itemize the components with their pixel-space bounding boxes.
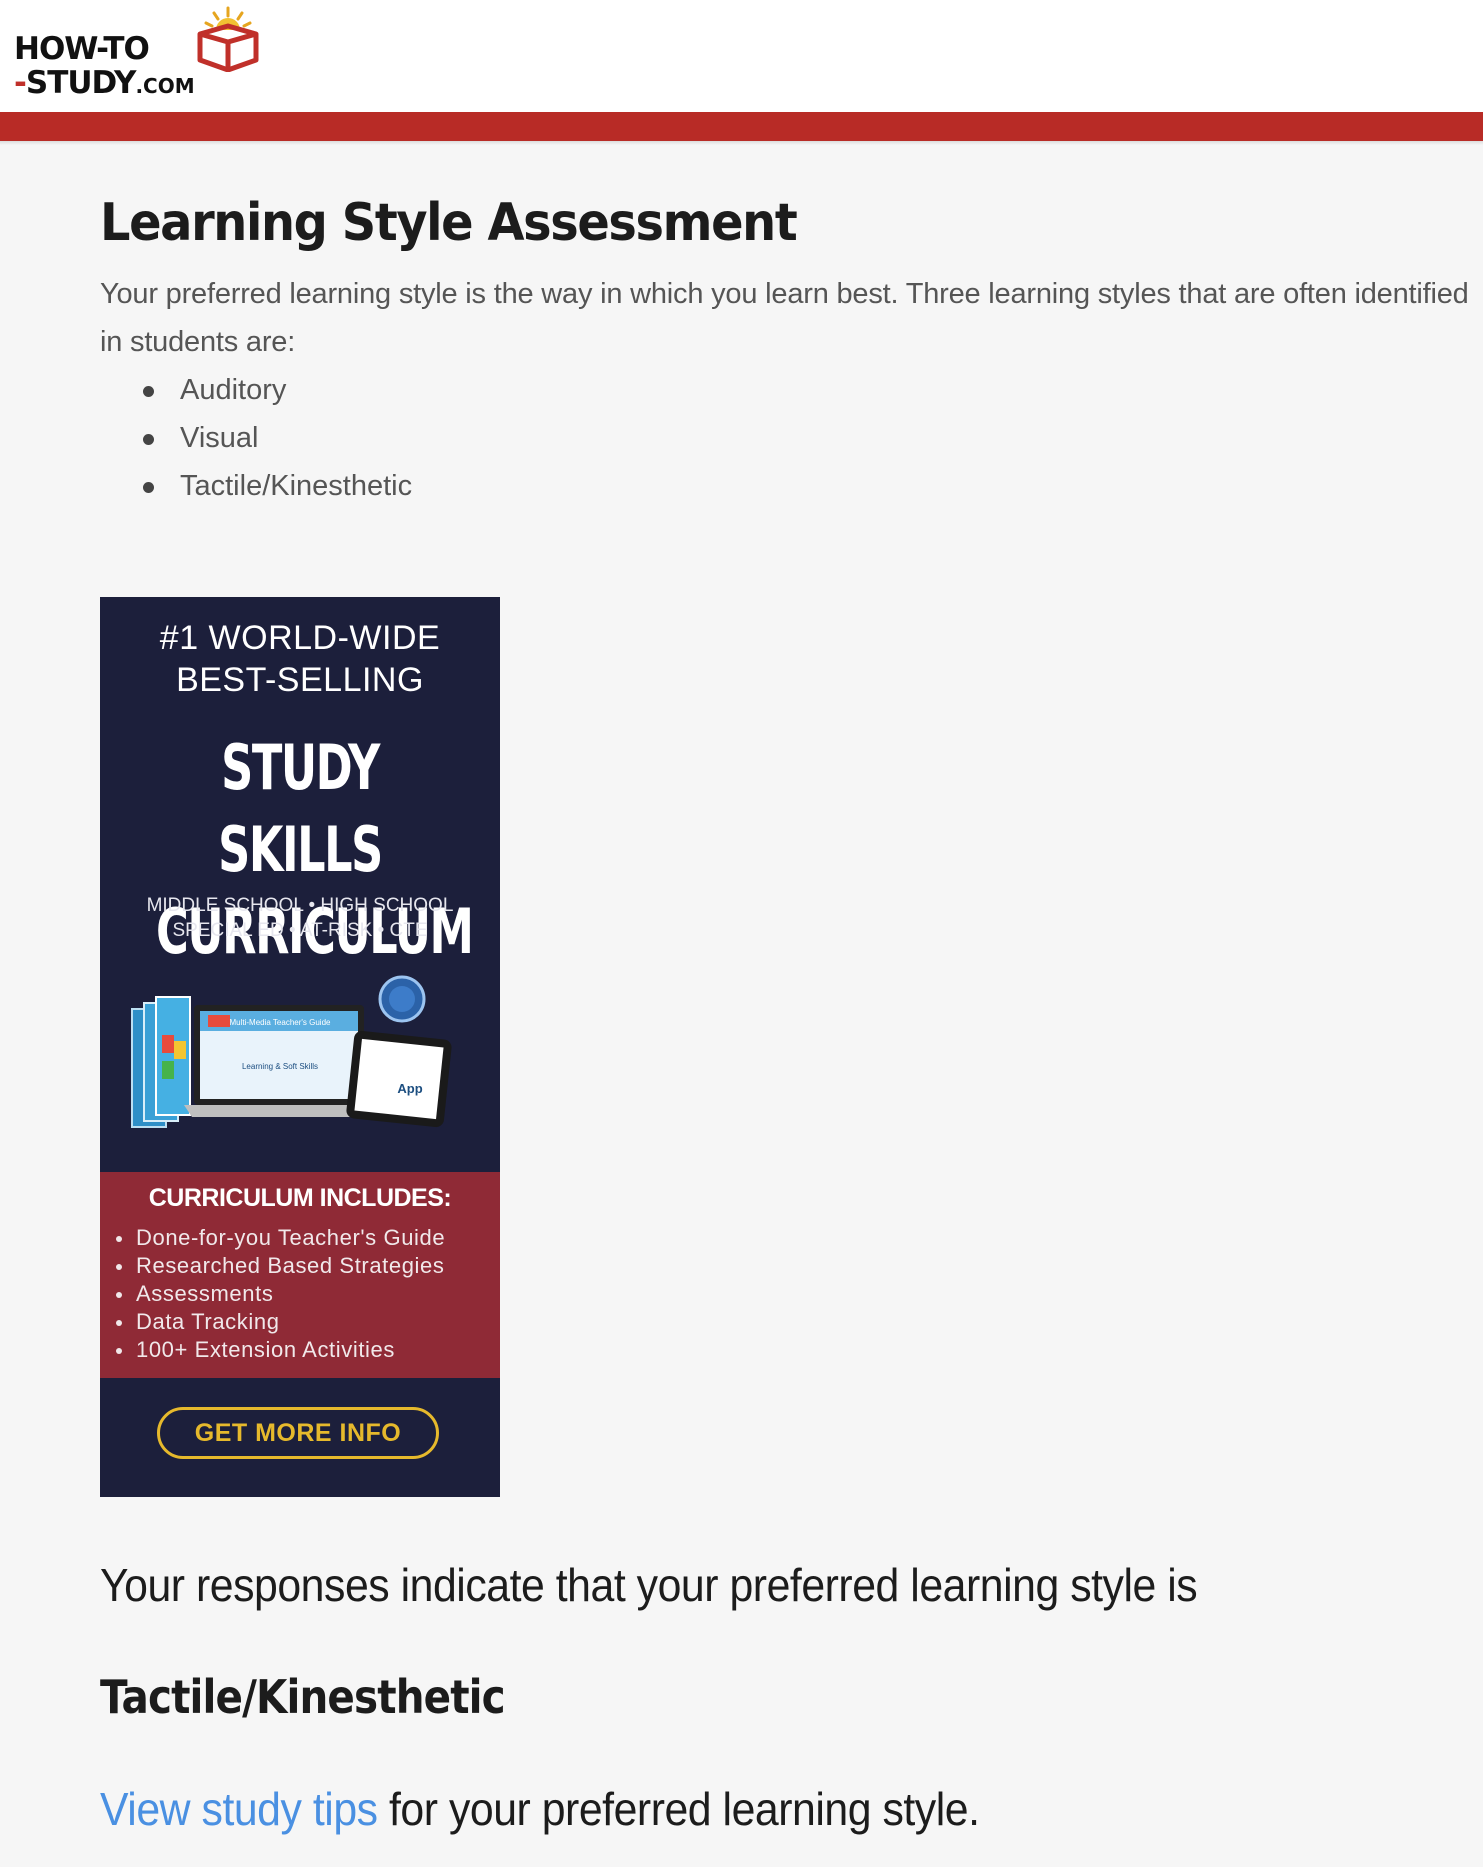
site-logo[interactable]: HOW-TO -STUDY.COM	[14, 4, 259, 104]
get-more-info-button[interactable]: GET MORE INFO	[157, 1407, 439, 1459]
list-item: Tactile/Kinesthetic	[143, 462, 1470, 510]
list-item: Assessments	[115, 1280, 445, 1308]
study-tips-line: View study tips for your preferred learn…	[100, 1780, 980, 1838]
logo-dash: -	[14, 65, 27, 101]
ad-tagline-line-2: BEST-SELLING	[176, 661, 424, 699]
list-item: Visual	[143, 414, 1470, 462]
logo-dotcom: .COM	[135, 74, 195, 98]
ad-levels-line-2: SPECIAL ED • AT-RISK • CTE	[172, 920, 428, 941]
preferred-style-result: Tactile/Kinesthetic	[100, 1670, 506, 1724]
logo-line-1: HOW-TO	[14, 31, 150, 67]
list-item: Data Tracking	[115, 1308, 445, 1336]
view-study-tips-link[interactable]: View study tips	[100, 1783, 378, 1835]
page-title: Learning Style Assessment	[100, 193, 798, 253]
curriculum-ad-banner[interactable]: #1 WORLD-WIDE BEST-SELLING STUDY SKILLS …	[100, 597, 500, 1497]
result-statement: Your responses indicate that your prefer…	[100, 1559, 1198, 1611]
ad-tagline-line-1: #1 WORLD-WIDE	[159, 619, 441, 657]
box-sun-icon	[197, 6, 259, 72]
list-item: Auditory	[143, 366, 1470, 414]
logo-line-2: -STUDY.COM	[14, 68, 195, 99]
laptop-sublabel: Learning & Soft Skills	[242, 1062, 318, 1071]
tablet-icon: App	[346, 1030, 452, 1128]
main-content: Learning Style Assessment Your preferred…	[100, 190, 1470, 510]
header-red-bar	[0, 112, 1483, 141]
ad-tagline: #1 WORLD-WIDE BEST-SELLING	[100, 617, 500, 701]
list-item: Researched Based Strategies	[115, 1253, 445, 1278]
books-icon	[131, 996, 191, 1128]
ad-includes-title: CURRICULUM INCLUDES:	[148, 1184, 452, 1212]
list-item: 100+ Extension Activities	[115, 1336, 445, 1364]
ad-includes-section: CURRICULUM INCLUDES: Done-for-you Teache…	[100, 1172, 500, 1378]
ad-title-line-1: STUDY SKILLS	[218, 731, 383, 886]
laptop-label: Multi-Media Teacher's Guide	[230, 1018, 332, 1027]
site-header: HOW-TO -STUDY.COM	[0, 0, 1483, 112]
ad-levels: MIDDLE SCHOOL • HIGH SCHOOL SPECIAL ED •…	[100, 893, 500, 943]
learning-styles-list: Auditory Visual Tactile/Kinesthetic	[100, 366, 1470, 510]
ad-levels-line-1: MIDDLE SCHOOL • HIGH SCHOOL	[146, 895, 454, 916]
ad-includes-list: Done-for-you Teacher's Guide Researched …	[110, 1224, 445, 1364]
study-tips-tail: for your preferred learning style.	[377, 1783, 980, 1835]
list-item: Done-for-you Teacher's Guide	[115, 1225, 446, 1250]
header-bar-shadow	[0, 141, 1483, 145]
intro-paragraph: Your preferred learning style is the way…	[100, 277, 1469, 358]
award-badge-icon	[378, 975, 426, 1023]
logo-study: STUDY	[25, 65, 137, 101]
tablet-label: App	[397, 1081, 422, 1096]
product-bundle-image: Multi-Media Teacher's Guide Learning & S…	[131, 975, 452, 1128]
laptop-icon: Multi-Media Teacher's Guide Learning & S…	[184, 1005, 374, 1117]
